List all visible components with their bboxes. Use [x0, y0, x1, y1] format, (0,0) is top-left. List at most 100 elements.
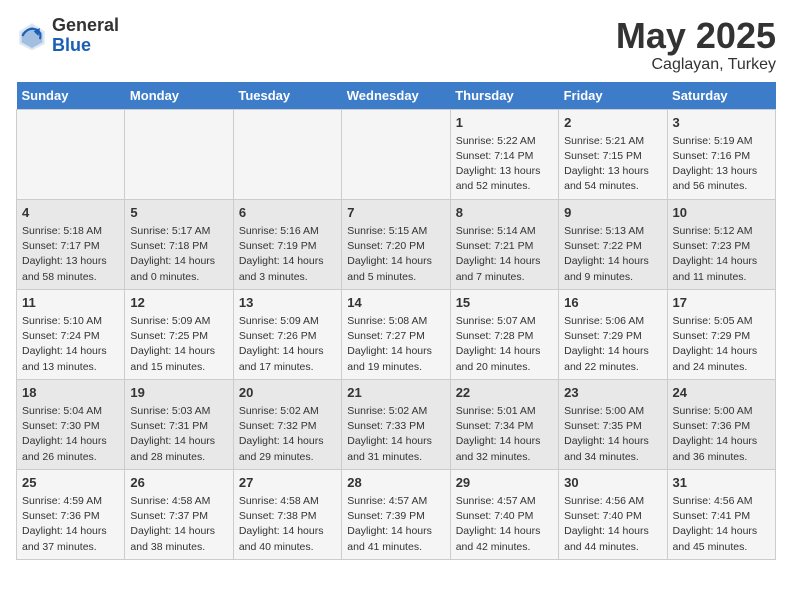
- calendar-cell: [17, 109, 125, 199]
- calendar-cell: 11 Sunrise: 5:10 AM Sunset: 7:24 PM Dayli…: [17, 289, 125, 379]
- day-number: 1: [456, 114, 553, 132]
- calendar-cell: 23 Sunrise: 5:00 AM Sunset: 7:35 PM Dayli…: [559, 379, 667, 469]
- day-number: 6: [239, 204, 336, 222]
- day-info: Sunrise: 5:07 AM Sunset: 7:28 PM Dayligh…: [456, 314, 553, 375]
- calendar-cell: 18 Sunrise: 5:04 AM Sunset: 7:30 PM Dayli…: [17, 379, 125, 469]
- title-block: May 2025 Caglayan, Turkey: [616, 16, 776, 74]
- month-title: May 2025: [616, 16, 776, 56]
- calendar-cell: 24 Sunrise: 5:00 AM Sunset: 7:36 PM Dayli…: [667, 379, 775, 469]
- day-info: Sunrise: 5:06 AM Sunset: 7:29 PM Dayligh…: [564, 314, 661, 375]
- day-info: Sunrise: 5:14 AM Sunset: 7:21 PM Dayligh…: [456, 224, 553, 285]
- calendar-cell: 7 Sunrise: 5:15 AM Sunset: 7:20 PM Daylig…: [342, 199, 450, 289]
- day-number: 13: [239, 294, 336, 312]
- calendar-cell: 8 Sunrise: 5:14 AM Sunset: 7:21 PM Daylig…: [450, 199, 558, 289]
- calendar-cell: 5Sunrise: 5:17 AM Sunset: 7:18 PM Daylig…: [125, 199, 233, 289]
- day-number: 19: [130, 384, 227, 402]
- calendar-cell: 3 Sunrise: 5:19 AM Sunset: 7:16 PM Daylig…: [667, 109, 775, 199]
- day-number: 14: [347, 294, 444, 312]
- day-number: 15: [456, 294, 553, 312]
- day-info: Sunrise: 5:03 AM Sunset: 7:31 PM Dayligh…: [130, 404, 227, 465]
- logo-icon: [16, 20, 48, 52]
- calendar-body: 1 Sunrise: 5:22 AM Sunset: 7:14 PM Daylig…: [17, 109, 776, 559]
- day-info: Sunrise: 4:56 AM Sunset: 7:41 PM Dayligh…: [673, 494, 770, 555]
- day-info: Sunrise: 5:02 AM Sunset: 7:32 PM Dayligh…: [239, 404, 336, 465]
- logo: General Blue: [16, 16, 119, 56]
- day-number: 10: [673, 204, 770, 222]
- weekday-header-monday: Monday: [125, 82, 233, 110]
- location-subtitle: Caglayan, Turkey: [616, 56, 776, 74]
- calendar-cell: 6Sunrise: 5:16 AM Sunset: 7:19 PM Daylig…: [233, 199, 341, 289]
- day-number: 29: [456, 474, 553, 492]
- calendar-header: SundayMondayTuesdayWednesdayThursdayFrid…: [17, 82, 776, 110]
- day-number: 18: [22, 384, 119, 402]
- calendar-cell: 15 Sunrise: 5:07 AM Sunset: 7:28 PM Dayli…: [450, 289, 558, 379]
- day-number: 8: [456, 204, 553, 222]
- day-number: 17: [673, 294, 770, 312]
- day-number: 26: [130, 474, 227, 492]
- day-info: Sunrise: 5:15 AM Sunset: 7:20 PM Dayligh…: [347, 224, 444, 285]
- calendar-cell: [233, 109, 341, 199]
- day-number: 5: [130, 204, 227, 222]
- day-info: Sunrise: 5:19 AM Sunset: 7:16 PM Dayligh…: [673, 134, 770, 195]
- calendar-cell: 12Sunrise: 5:09 AM Sunset: 7:25 PM Dayli…: [125, 289, 233, 379]
- day-number: 23: [564, 384, 661, 402]
- day-info: Sunrise: 5:10 AM Sunset: 7:24 PM Dayligh…: [22, 314, 119, 375]
- calendar-cell: 10Sunrise: 5:12 AM Sunset: 7:23 PM Dayli…: [667, 199, 775, 289]
- day-info: Sunrise: 5:09 AM Sunset: 7:25 PM Dayligh…: [130, 314, 227, 375]
- calendar-week-row: 1 Sunrise: 5:22 AM Sunset: 7:14 PM Daylig…: [17, 109, 776, 199]
- calendar-cell: 1 Sunrise: 5:22 AM Sunset: 7:14 PM Daylig…: [450, 109, 558, 199]
- day-number: 22: [456, 384, 553, 402]
- day-info: Sunrise: 4:57 AM Sunset: 7:39 PM Dayligh…: [347, 494, 444, 555]
- calendar-week-row: 18 Sunrise: 5:04 AM Sunset: 7:30 PM Dayli…: [17, 379, 776, 469]
- calendar-cell: 29 Sunrise: 4:57 AM Sunset: 7:40 PM Dayli…: [450, 469, 558, 559]
- day-info: Sunrise: 5:21 AM Sunset: 7:15 PM Dayligh…: [564, 134, 661, 195]
- weekday-header-thursday: Thursday: [450, 82, 558, 110]
- day-number: 28: [347, 474, 444, 492]
- calendar-cell: 2 Sunrise: 5:21 AM Sunset: 7:15 PM Daylig…: [559, 109, 667, 199]
- day-number: 21: [347, 384, 444, 402]
- calendar-cell: 31Sunrise: 4:56 AM Sunset: 7:41 PM Dayli…: [667, 469, 775, 559]
- day-info: Sunrise: 5:04 AM Sunset: 7:30 PM Dayligh…: [22, 404, 119, 465]
- calendar-week-row: 25Sunrise: 4:59 AM Sunset: 7:36 PM Dayli…: [17, 469, 776, 559]
- day-info: Sunrise: 5:02 AM Sunset: 7:33 PM Dayligh…: [347, 404, 444, 465]
- day-number: 7: [347, 204, 444, 222]
- day-number: 2: [564, 114, 661, 132]
- day-info: Sunrise: 4:56 AM Sunset: 7:40 PM Dayligh…: [564, 494, 661, 555]
- day-number: 24: [673, 384, 770, 402]
- logo-name-general: General: [52, 16, 119, 36]
- weekday-header-row: SundayMondayTuesdayWednesdayThursdayFrid…: [17, 82, 776, 110]
- weekday-header-saturday: Saturday: [667, 82, 775, 110]
- day-number: 11: [22, 294, 119, 312]
- calendar-cell: 27Sunrise: 4:58 AM Sunset: 7:38 PM Dayli…: [233, 469, 341, 559]
- day-info: Sunrise: 5:18 AM Sunset: 7:17 PM Dayligh…: [22, 224, 119, 285]
- day-info: Sunrise: 4:58 AM Sunset: 7:37 PM Dayligh…: [130, 494, 227, 555]
- day-info: Sunrise: 5:00 AM Sunset: 7:36 PM Dayligh…: [673, 404, 770, 465]
- calendar-cell: 30 Sunrise: 4:56 AM Sunset: 7:40 PM Dayli…: [559, 469, 667, 559]
- calendar-cell: 14 Sunrise: 5:08 AM Sunset: 7:27 PM Dayli…: [342, 289, 450, 379]
- page-header: General Blue May 2025 Caglayan, Turkey: [16, 16, 776, 74]
- calendar-cell: 16 Sunrise: 5:06 AM Sunset: 7:29 PM Dayli…: [559, 289, 667, 379]
- day-number: 3: [673, 114, 770, 132]
- weekday-header-friday: Friday: [559, 82, 667, 110]
- calendar-cell: 21 Sunrise: 5:02 AM Sunset: 7:33 PM Dayli…: [342, 379, 450, 469]
- calendar-week-row: 11 Sunrise: 5:10 AM Sunset: 7:24 PM Dayli…: [17, 289, 776, 379]
- calendar-cell: 17 Sunrise: 5:05 AM Sunset: 7:29 PM Dayli…: [667, 289, 775, 379]
- day-info: Sunrise: 5:08 AM Sunset: 7:27 PM Dayligh…: [347, 314, 444, 375]
- day-info: Sunrise: 5:00 AM Sunset: 7:35 PM Dayligh…: [564, 404, 661, 465]
- calendar-cell: 4 Sunrise: 5:18 AM Sunset: 7:17 PM Daylig…: [17, 199, 125, 289]
- calendar-cell: 26 Sunrise: 4:58 AM Sunset: 7:37 PM Dayli…: [125, 469, 233, 559]
- day-info: Sunrise: 5:01 AM Sunset: 7:34 PM Dayligh…: [456, 404, 553, 465]
- day-info: Sunrise: 5:05 AM Sunset: 7:29 PM Dayligh…: [673, 314, 770, 375]
- day-info: Sunrise: 5:22 AM Sunset: 7:14 PM Dayligh…: [456, 134, 553, 195]
- calendar-cell: 28 Sunrise: 4:57 AM Sunset: 7:39 PM Dayli…: [342, 469, 450, 559]
- calendar-cell: 20Sunrise: 5:02 AM Sunset: 7:32 PM Dayli…: [233, 379, 341, 469]
- logo-name-blue: Blue: [52, 36, 119, 56]
- day-number: 16: [564, 294, 661, 312]
- day-info: Sunrise: 4:57 AM Sunset: 7:40 PM Dayligh…: [456, 494, 553, 555]
- calendar-week-row: 4 Sunrise: 5:18 AM Sunset: 7:17 PM Daylig…: [17, 199, 776, 289]
- day-number: 30: [564, 474, 661, 492]
- day-info: Sunrise: 5:09 AM Sunset: 7:26 PM Dayligh…: [239, 314, 336, 375]
- day-number: 27: [239, 474, 336, 492]
- calendar-cell: 13 Sunrise: 5:09 AM Sunset: 7:26 PM Dayli…: [233, 289, 341, 379]
- day-number: 4: [22, 204, 119, 222]
